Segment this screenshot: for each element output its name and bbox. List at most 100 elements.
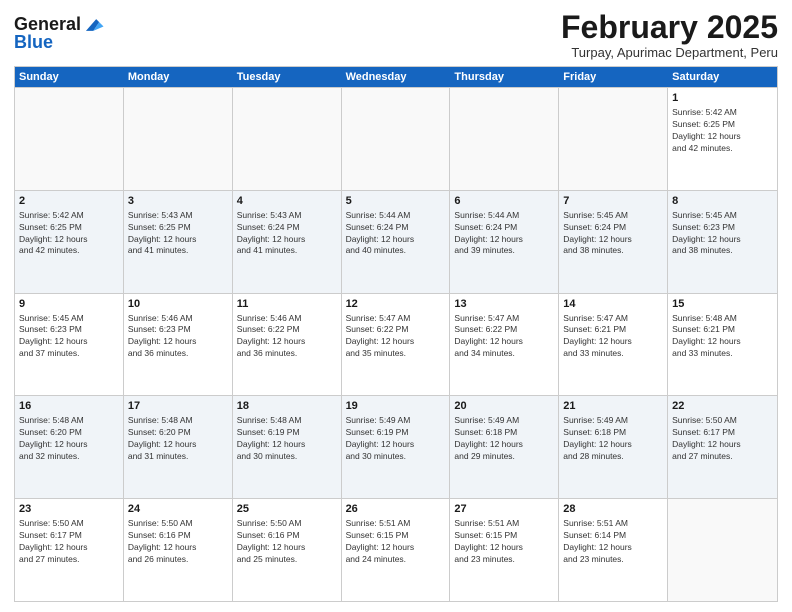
- weekday-header-thursday: Thursday: [450, 67, 559, 87]
- weekday-header-friday: Friday: [559, 67, 668, 87]
- day-info: Sunrise: 5:45 AM Sunset: 6:23 PM Dayligh…: [672, 210, 773, 258]
- calendar-row-4: 16 Sunrise: 5:48 AM Sunset: 6:20 PM Dayli…: [15, 395, 777, 498]
- day-number: 2: [19, 194, 119, 209]
- day-number: 12: [346, 297, 446, 312]
- day-info: Sunrise: 5:42 AM Sunset: 6:25 PM Dayligh…: [672, 107, 773, 155]
- cal-cell-1-4: [342, 88, 451, 190]
- day-info: Sunrise: 5:47 AM Sunset: 6:22 PM Dayligh…: [454, 313, 554, 361]
- day-info: Sunrise: 5:47 AM Sunset: 6:21 PM Dayligh…: [563, 313, 663, 361]
- calendar-body: 1Sunrise: 5:42 AM Sunset: 6:25 PM Daylig…: [15, 87, 777, 601]
- calendar-row-5: 23Sunrise: 5:50 AM Sunset: 6:17 PM Dayli…: [15, 498, 777, 601]
- day-number: 25: [237, 502, 337, 517]
- cal-cell-4-7: 22Sunrise: 5:50 AM Sunset: 6:17 PM Dayli…: [668, 396, 777, 498]
- cal-cell-3-6: 14Sunrise: 5:47 AM Sunset: 6:21 PM Dayli…: [559, 294, 668, 396]
- day-info: Sunrise: 5:49 AM Sunset: 6:18 PM Dayligh…: [563, 415, 663, 463]
- cal-cell-1-3: [233, 88, 342, 190]
- day-number: 15: [672, 297, 773, 312]
- cal-cell-4-1: 16Sunrise: 5:48 AM Sunset: 6:20 PM Dayli…: [15, 396, 124, 498]
- day-number: 16: [19, 399, 119, 414]
- day-number: 14: [563, 297, 663, 312]
- day-number: 19: [346, 399, 446, 414]
- cal-cell-2-1: 2Sunrise: 5:42 AM Sunset: 6:25 PM Daylig…: [15, 191, 124, 293]
- day-info: Sunrise: 5:49 AM Sunset: 6:18 PM Dayligh…: [454, 415, 554, 463]
- cal-cell-3-1: 9Sunrise: 5:45 AM Sunset: 6:23 PM Daylig…: [15, 294, 124, 396]
- day-number: 17: [128, 399, 228, 414]
- day-number: 27: [454, 502, 554, 517]
- day-number: 22: [672, 399, 773, 414]
- cal-cell-1-6: [559, 88, 668, 190]
- day-info: Sunrise: 5:45 AM Sunset: 6:23 PM Dayligh…: [19, 313, 119, 361]
- logo: General Blue: [14, 14, 105, 53]
- cal-cell-4-2: 17Sunrise: 5:48 AM Sunset: 6:20 PM Dayli…: [124, 396, 233, 498]
- day-number: 18: [237, 399, 337, 414]
- cal-cell-5-5: 27Sunrise: 5:51 AM Sunset: 6:15 PM Dayli…: [450, 499, 559, 601]
- calendar-row-1: 1Sunrise: 5:42 AM Sunset: 6:25 PM Daylig…: [15, 87, 777, 190]
- logo-icon: [83, 14, 105, 36]
- cal-cell-3-5: 13Sunrise: 5:47 AM Sunset: 6:22 PM Dayli…: [450, 294, 559, 396]
- day-info: Sunrise: 5:44 AM Sunset: 6:24 PM Dayligh…: [346, 210, 446, 258]
- cal-cell-5-7: [668, 499, 777, 601]
- day-info: Sunrise: 5:45 AM Sunset: 6:24 PM Dayligh…: [563, 210, 663, 258]
- cal-cell-1-2: [124, 88, 233, 190]
- calendar-row-3: 9Sunrise: 5:45 AM Sunset: 6:23 PM Daylig…: [15, 293, 777, 396]
- day-number: 13: [454, 297, 554, 312]
- header: General Blue February 2025 Turpay, Apuri…: [14, 10, 778, 60]
- cal-cell-3-4: 12Sunrise: 5:47 AM Sunset: 6:22 PM Dayli…: [342, 294, 451, 396]
- cal-cell-1-1: [15, 88, 124, 190]
- cal-cell-4-3: 18Sunrise: 5:48 AM Sunset: 6:19 PM Dayli…: [233, 396, 342, 498]
- cal-cell-1-7: 1Sunrise: 5:42 AM Sunset: 6:25 PM Daylig…: [668, 88, 777, 190]
- day-number: 10: [128, 297, 228, 312]
- title-block: February 2025 Turpay, Apurimac Departmen…: [561, 10, 778, 60]
- day-info: Sunrise: 5:51 AM Sunset: 6:14 PM Dayligh…: [563, 518, 663, 566]
- day-number: 1: [672, 91, 773, 106]
- day-info: Sunrise: 5:50 AM Sunset: 6:17 PM Dayligh…: [19, 518, 119, 566]
- day-number: 11: [237, 297, 337, 312]
- cal-cell-5-1: 23Sunrise: 5:50 AM Sunset: 6:17 PM Dayli…: [15, 499, 124, 601]
- location-subtitle: Turpay, Apurimac Department, Peru: [561, 45, 778, 60]
- cal-cell-3-3: 11Sunrise: 5:46 AM Sunset: 6:22 PM Dayli…: [233, 294, 342, 396]
- day-info: Sunrise: 5:48 AM Sunset: 6:21 PM Dayligh…: [672, 313, 773, 361]
- day-info: Sunrise: 5:43 AM Sunset: 6:25 PM Dayligh…: [128, 210, 228, 258]
- day-number: 4: [237, 194, 337, 209]
- day-number: 24: [128, 502, 228, 517]
- cal-cell-5-2: 24Sunrise: 5:50 AM Sunset: 6:16 PM Dayli…: [124, 499, 233, 601]
- month-title: February 2025: [561, 10, 778, 45]
- day-info: Sunrise: 5:50 AM Sunset: 6:16 PM Dayligh…: [128, 518, 228, 566]
- calendar-row-2: 2Sunrise: 5:42 AM Sunset: 6:25 PM Daylig…: [15, 190, 777, 293]
- day-info: Sunrise: 5:46 AM Sunset: 6:23 PM Dayligh…: [128, 313, 228, 361]
- cal-cell-2-5: 6Sunrise: 5:44 AM Sunset: 6:24 PM Daylig…: [450, 191, 559, 293]
- cal-cell-2-6: 7Sunrise: 5:45 AM Sunset: 6:24 PM Daylig…: [559, 191, 668, 293]
- day-number: 8: [672, 194, 773, 209]
- cal-cell-1-5: [450, 88, 559, 190]
- day-number: 28: [563, 502, 663, 517]
- cal-cell-4-4: 19Sunrise: 5:49 AM Sunset: 6:19 PM Dayli…: [342, 396, 451, 498]
- day-number: 23: [19, 502, 119, 517]
- cal-cell-2-3: 4Sunrise: 5:43 AM Sunset: 6:24 PM Daylig…: [233, 191, 342, 293]
- calendar-header: SundayMondayTuesdayWednesdayThursdayFrid…: [15, 67, 777, 87]
- day-info: Sunrise: 5:48 AM Sunset: 6:20 PM Dayligh…: [128, 415, 228, 463]
- weekday-header-wednesday: Wednesday: [342, 67, 451, 87]
- weekday-header-sunday: Sunday: [15, 67, 124, 87]
- day-number: 7: [563, 194, 663, 209]
- day-info: Sunrise: 5:51 AM Sunset: 6:15 PM Dayligh…: [454, 518, 554, 566]
- calendar: SundayMondayTuesdayWednesdayThursdayFrid…: [14, 66, 778, 602]
- cal-cell-4-5: 20Sunrise: 5:49 AM Sunset: 6:18 PM Dayli…: [450, 396, 559, 498]
- day-info: Sunrise: 5:46 AM Sunset: 6:22 PM Dayligh…: [237, 313, 337, 361]
- day-info: Sunrise: 5:50 AM Sunset: 6:16 PM Dayligh…: [237, 518, 337, 566]
- cal-cell-3-7: 15Sunrise: 5:48 AM Sunset: 6:21 PM Dayli…: [668, 294, 777, 396]
- day-info: Sunrise: 5:42 AM Sunset: 6:25 PM Dayligh…: [19, 210, 119, 258]
- cal-cell-3-2: 10Sunrise: 5:46 AM Sunset: 6:23 PM Dayli…: [124, 294, 233, 396]
- cal-cell-2-7: 8Sunrise: 5:45 AM Sunset: 6:23 PM Daylig…: [668, 191, 777, 293]
- weekday-header-saturday: Saturday: [668, 67, 777, 87]
- weekday-header-monday: Monday: [124, 67, 233, 87]
- day-info: Sunrise: 5:49 AM Sunset: 6:19 PM Dayligh…: [346, 415, 446, 463]
- day-number: 6: [454, 194, 554, 209]
- cal-cell-5-4: 26Sunrise: 5:51 AM Sunset: 6:15 PM Dayli…: [342, 499, 451, 601]
- day-number: 20: [454, 399, 554, 414]
- day-number: 3: [128, 194, 228, 209]
- weekday-header-tuesday: Tuesday: [233, 67, 342, 87]
- day-info: Sunrise: 5:50 AM Sunset: 6:17 PM Dayligh…: [672, 415, 773, 463]
- day-number: 9: [19, 297, 119, 312]
- page: General Blue February 2025 Turpay, Apuri…: [0, 0, 792, 612]
- day-info: Sunrise: 5:48 AM Sunset: 6:19 PM Dayligh…: [237, 415, 337, 463]
